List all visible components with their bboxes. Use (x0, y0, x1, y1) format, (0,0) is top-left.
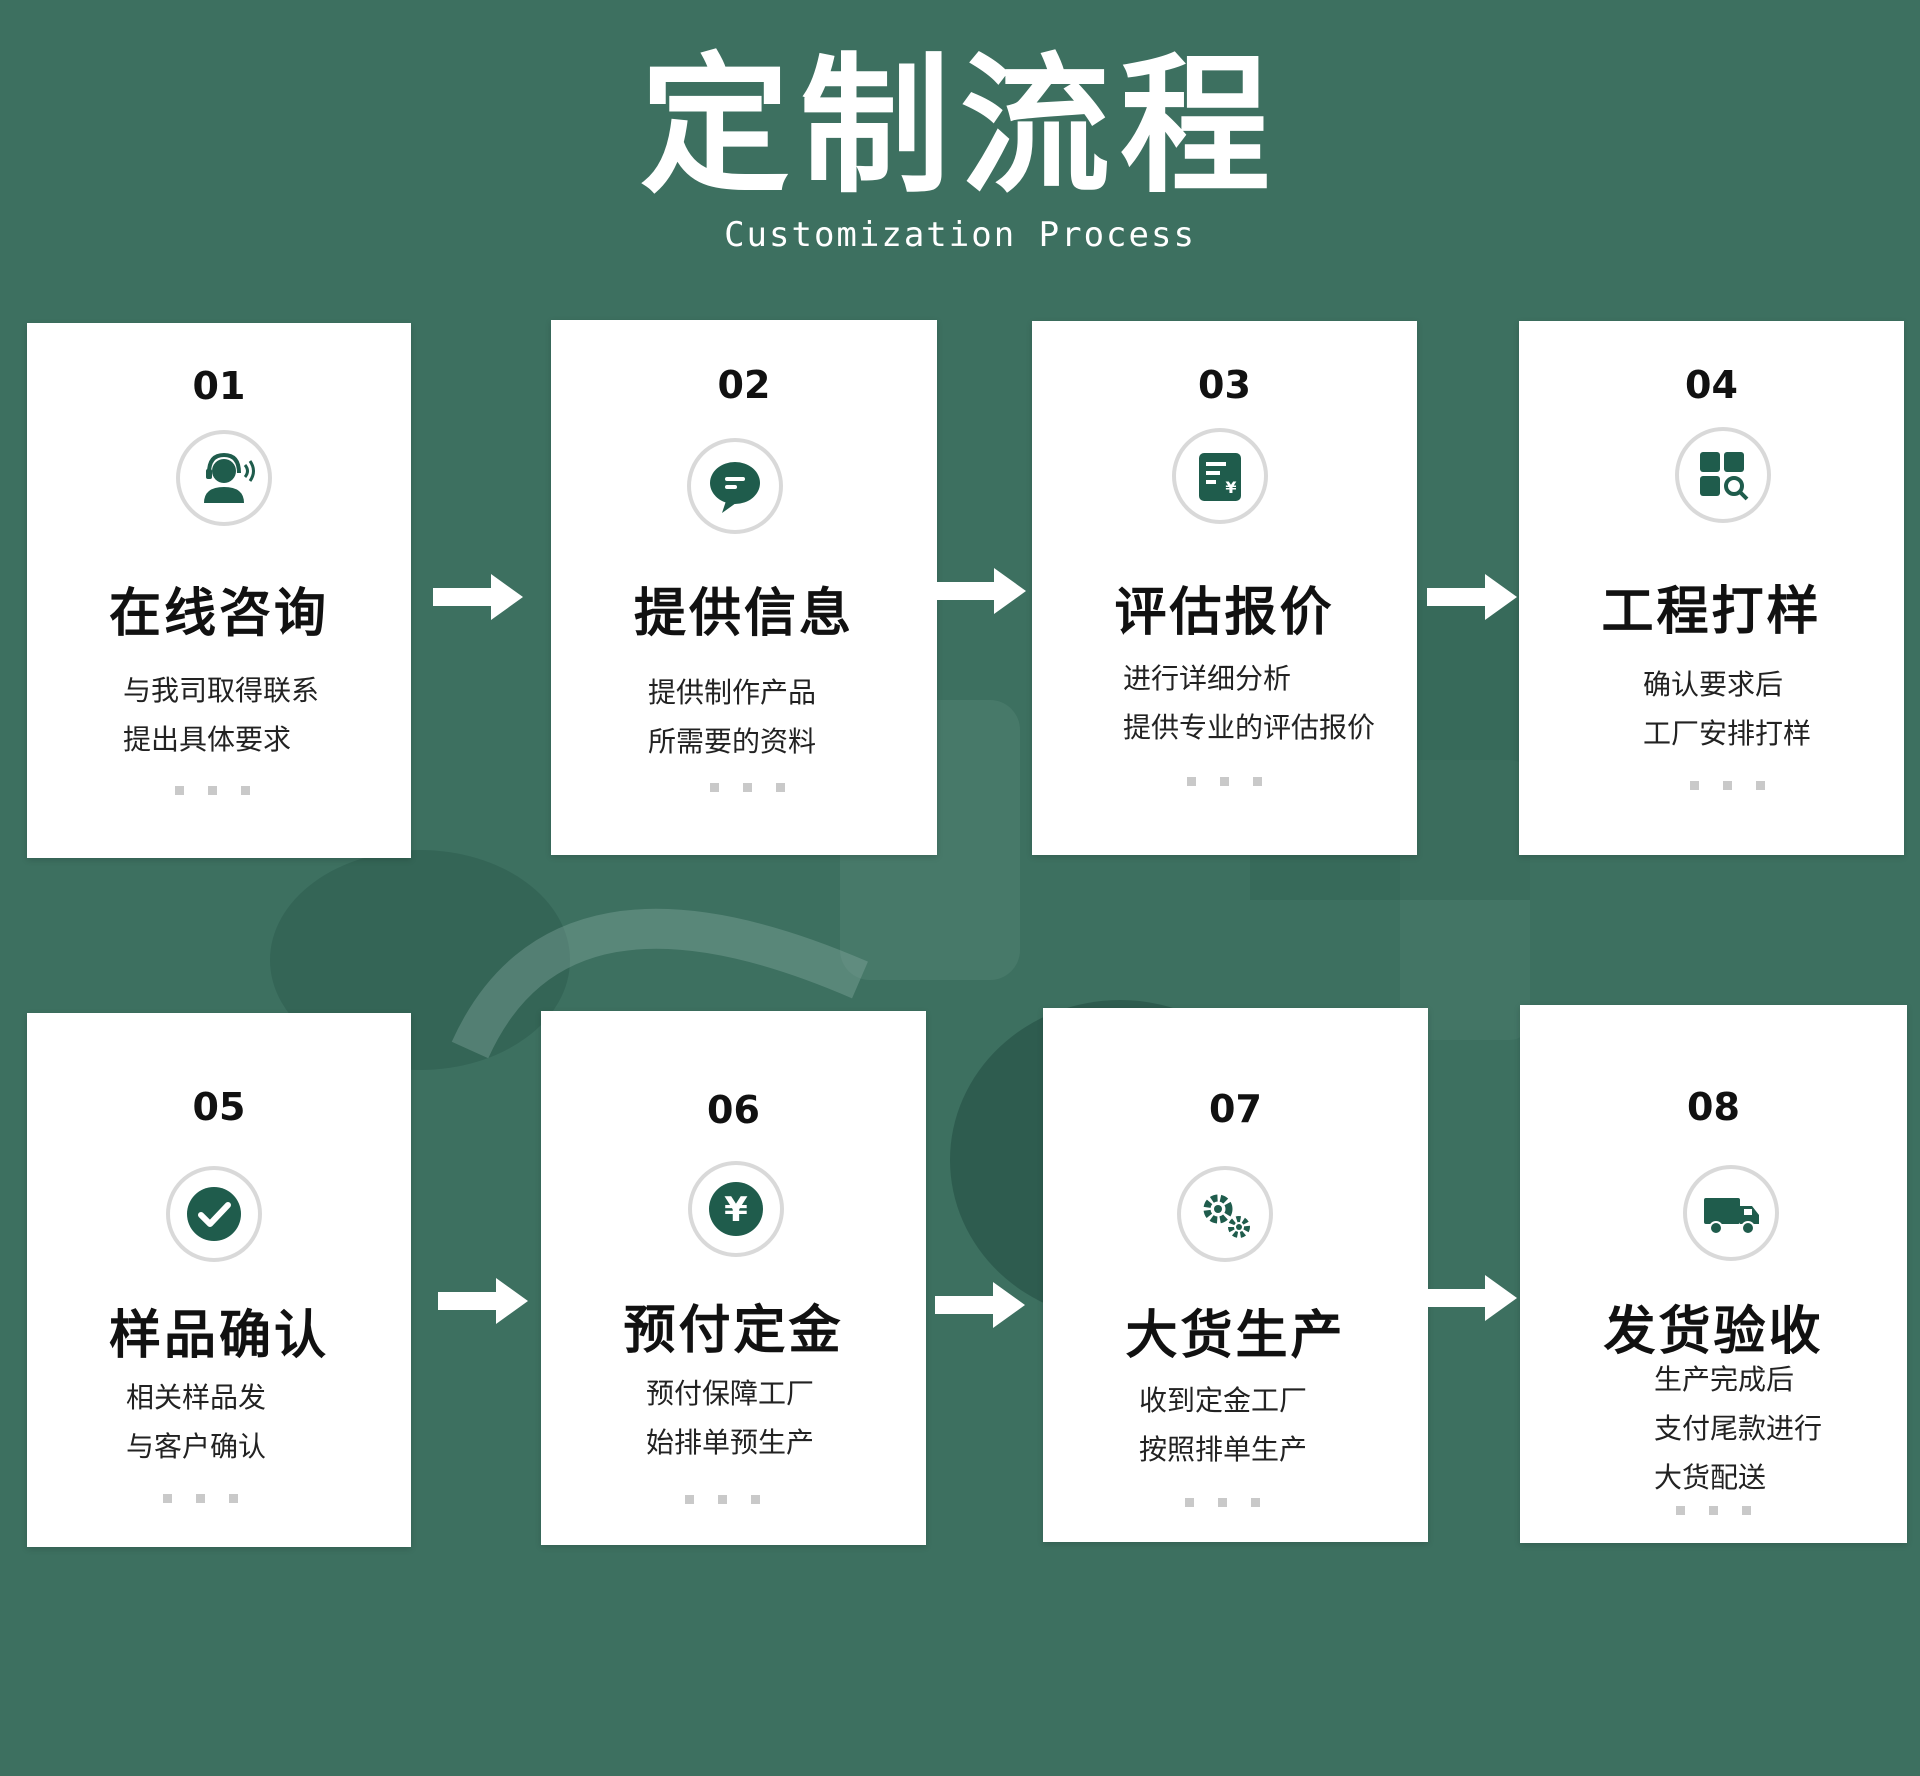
step-desc-line: 支付尾款进行 (1654, 1412, 1823, 1445)
step-desc-line: 所需要的资料 (648, 725, 817, 758)
step-title: 大货生产 (1125, 1306, 1346, 1366)
step-dots (175, 786, 250, 795)
step-number: 01 (192, 364, 246, 408)
step-dots (685, 1495, 760, 1504)
grid-search-icon (1700, 452, 1749, 501)
step-desc-line: 预付保障工厂 (646, 1377, 815, 1410)
step-description: 确认要求后 工厂安排打样 (1643, 660, 1811, 758)
step-number: 06 (707, 1088, 760, 1132)
step-card-06: 06 ¥ 预付定金 预付保障工厂 始排单预生产 (541, 1011, 926, 1545)
arrow-right-icon (1427, 574, 1517, 620)
step-icon-ring (1683, 1165, 1779, 1261)
step-desc-line: 与我司取得联系 (123, 674, 320, 707)
step-desc-line: 确认要求后 (1643, 668, 1784, 701)
chat-bubble-icon (710, 462, 760, 513)
arrow-right-icon (936, 568, 1026, 614)
arrow-right-icon (935, 1282, 1025, 1328)
step-card-04: 04 工程打样 确认要求后 工厂安排打样 (1519, 321, 1904, 855)
step-card-02: 02 提供信息 提供制作产品 所需要的资料 (551, 320, 937, 855)
customer-service-headset-icon (204, 452, 255, 503)
step-description: 收到定金工厂 按照排单生产 (1139, 1376, 1307, 1474)
step-desc-line: 按照排单生产 (1139, 1433, 1308, 1466)
step-description: 生产完成后 支付尾款进行 大货配送 (1654, 1355, 1822, 1502)
step-dots (1690, 781, 1765, 790)
step-title: 提供信息 (633, 584, 854, 644)
step-icon-ring: ¥ (1172, 428, 1268, 524)
step-number: 05 (192, 1085, 246, 1129)
step-title: 工程打样 (1601, 582, 1822, 642)
step-dots (1187, 777, 1262, 786)
delivery-truck-icon (1704, 1198, 1759, 1235)
step-description: 与我司取得联系 提出具体要求 (123, 666, 319, 764)
gears-icon (1203, 1194, 1250, 1238)
page-subtitle: Customization Process (724, 215, 1196, 255)
step-desc-line: 提出具体要求 (123, 723, 292, 756)
step-icon-ring: ¥ (688, 1161, 784, 1257)
step-desc-line: 生产完成后 (1654, 1363, 1795, 1396)
step-dots (163, 1494, 238, 1503)
step-card-03: 03 ¥ 评估报价 进行详细分析 提供专业的评估报价 (1032, 321, 1417, 855)
page-title: 定制流程 (639, 40, 1280, 214)
step-title: 在线咨询 (108, 584, 329, 644)
step-desc-line: 与客户确认 (126, 1430, 267, 1463)
step-card-07: 07 大货生产 收到定金工厂 按照排单生产 (1043, 1008, 1428, 1542)
step-number: 04 (1685, 363, 1738, 407)
step-title: 发货验收 (1603, 1302, 1824, 1362)
step-dots (1676, 1506, 1751, 1515)
step-card-05: 05 样品确认 相关样品发 与客户确认 (27, 1013, 411, 1547)
step-desc-line: 提供专业的评估报价 (1123, 711, 1376, 744)
step-title: 预付定金 (623, 1301, 844, 1361)
step-desc-line: 大货配送 (1654, 1461, 1767, 1494)
step-icon-ring (1177, 1166, 1273, 1262)
step-description: 进行详细分析 提供专业的评估报价 (1123, 654, 1375, 752)
step-description: 相关样品发 与客户确认 (126, 1373, 266, 1471)
step-dots (1185, 1498, 1260, 1507)
step-icon-ring (176, 430, 272, 526)
step-desc-line: 工厂安排打样 (1643, 717, 1812, 750)
step-desc-line: 进行详细分析 (1123, 662, 1292, 695)
step-number: 07 (1209, 1087, 1262, 1131)
svg-text:¥: ¥ (724, 1190, 748, 1230)
step-title: 评估报价 (1114, 583, 1335, 643)
step-desc-line: 相关样品发 (126, 1381, 267, 1414)
step-number: 08 (1687, 1085, 1740, 1129)
step-number: 02 (717, 363, 771, 407)
step-number: 03 (1198, 363, 1251, 407)
arrow-right-icon (433, 574, 523, 620)
step-desc-line: 收到定金工厂 (1139, 1384, 1308, 1417)
step-card-08: 08 发货验收 生产完成后 支付尾款进行 大货配送 (1520, 1005, 1907, 1543)
step-description: 预付保障工厂 始排单预生产 (646, 1369, 814, 1467)
step-icon-ring (166, 1166, 262, 1262)
step-icon-ring (1675, 427, 1771, 523)
step-icon-ring (687, 438, 783, 534)
step-description: 提供制作产品 所需要的资料 (648, 668, 816, 766)
arrow-right-icon (438, 1278, 528, 1324)
step-dots (710, 783, 785, 792)
step-title: 样品确认 (108, 1306, 329, 1366)
svg-text:¥: ¥ (1225, 478, 1236, 497)
step-desc-line: 提供制作产品 (648, 676, 817, 709)
step-desc-line: 始排单预生产 (646, 1426, 815, 1459)
step-card-01: 01 在线咨询 与我司取得联系 提出具体要求 (27, 323, 411, 858)
check-circle-icon (187, 1187, 241, 1241)
yen-coin-icon: ¥ (709, 1182, 763, 1236)
quote-document-icon: ¥ (1199, 453, 1241, 501)
arrow-right-icon (1427, 1275, 1517, 1321)
